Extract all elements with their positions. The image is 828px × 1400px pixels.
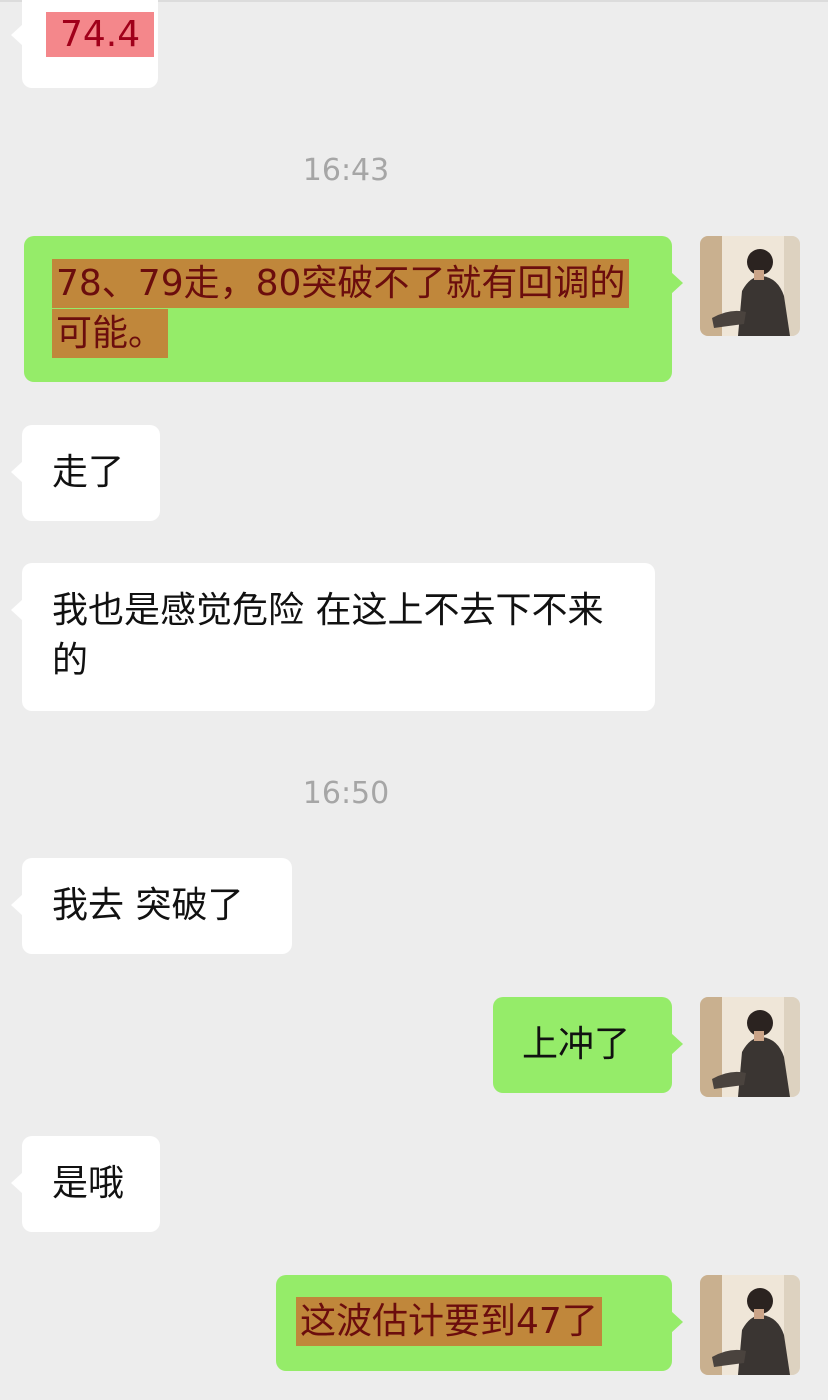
message-bubble-outgoing[interactable]: 这波估计要到47了: [276, 1275, 683, 1371]
message-text: 走了: [52, 452, 125, 493]
user-avatar-icon: [700, 236, 800, 336]
avatar[interactable]: [700, 997, 800, 1097]
message-text: 我去 突破了: [52, 885, 244, 926]
message-bubble-outgoing[interactable]: 上冲了: [493, 997, 683, 1093]
message-bubble-outgoing[interactable]: 78、79走，80突破不了就有回调的可能。: [24, 236, 683, 382]
message-text: 这波估计要到47了: [296, 1297, 602, 1346]
message-bubble-incoming[interactable]: 我去 突破了: [11, 858, 292, 954]
user-avatar-icon: [700, 997, 800, 1097]
chat-view: 74.4 16:43 78、79走，80突破不了就有回调的可能。 走了 我也是感…: [0, 0, 828, 1400]
message-bubble-incoming[interactable]: 74.4: [11, 0, 158, 88]
avatar[interactable]: [700, 1275, 800, 1375]
message-bubble-incoming[interactable]: 我也是感觉危险 在这上不去下不来的: [11, 563, 655, 711]
message-bubble-incoming[interactable]: 是哦: [11, 1136, 160, 1232]
timestamp: 16:50: [302, 776, 390, 811]
message-bubble-incoming[interactable]: 走了: [11, 425, 160, 521]
message-text: 78、79走，80突破不了就有回调的可能。: [52, 259, 630, 358]
message-text: 我也是感觉危险 在这上不去下不来的: [52, 590, 604, 681]
message-text: 上冲了: [522, 1024, 631, 1065]
avatar[interactable]: [700, 236, 800, 336]
user-avatar-icon: [700, 1275, 800, 1375]
timestamp: 16:43: [302, 153, 390, 188]
message-text: 是哦: [52, 1163, 125, 1204]
message-text: 74.4: [46, 12, 155, 57]
